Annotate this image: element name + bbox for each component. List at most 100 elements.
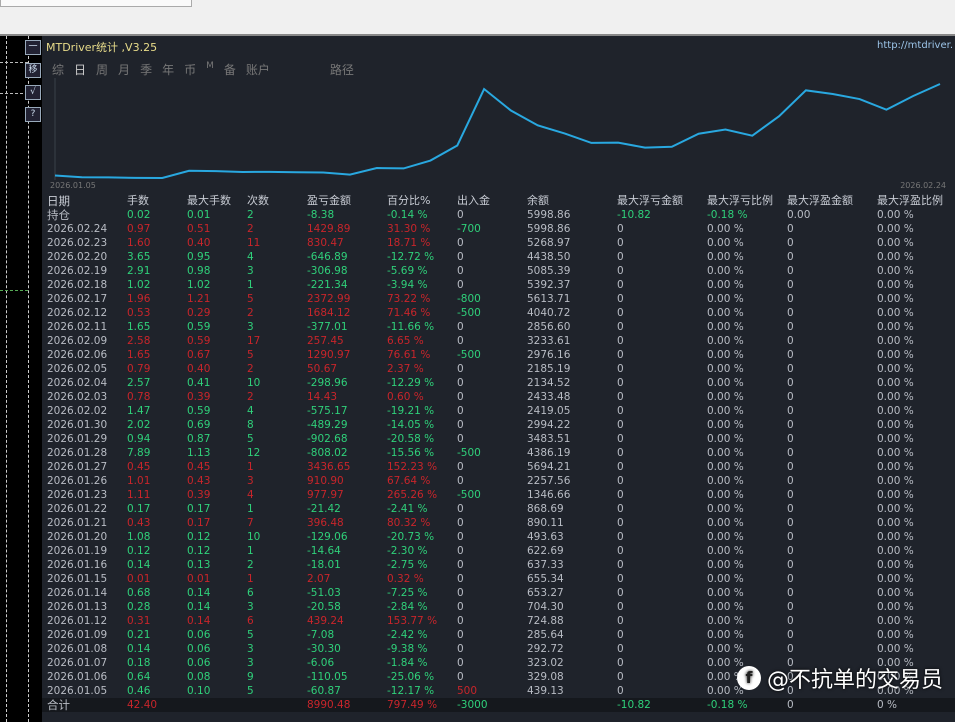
cell-日期: 2026.01.28 (47, 447, 108, 459)
cell-次数: 6 (247, 615, 254, 627)
cell-日期: 2026.01.19 (47, 545, 108, 557)
tab-10[interactable]: 路径 (330, 61, 354, 78)
cell-最大手数: 0.13 (187, 559, 211, 571)
cell-百分比%: -5.69 % (387, 265, 428, 277)
cell-日期: 2026.02.11 (47, 321, 108, 333)
cell-百分比%: 265.26 % (387, 489, 438, 501)
cell-手数: 0.53 (127, 307, 151, 319)
cell-最大浮亏金额: 0 (617, 279, 624, 291)
cell-手数: 0.97 (127, 223, 151, 235)
cell-最大浮盈金额: 0 (787, 321, 794, 333)
cell-最大浮盈比例: 0.00 % (877, 237, 914, 249)
table-row: 2026.01.30 2.02 0.69 8 -489.29 -14.05 % 0 2994.… (42, 418, 955, 432)
cell-最大浮亏比例: 0.00 % (707, 321, 744, 333)
cell-最大浮亏比例: 0.00 % (707, 629, 744, 641)
cell-最大浮盈金额: 0 (787, 461, 794, 473)
cell-盈亏金额: 977.97 (307, 489, 344, 501)
cell-盈亏金额: -575.17 (307, 405, 348, 417)
cell-百分比%: -12.29 % (387, 377, 435, 389)
cell-次数: 2 (247, 559, 254, 571)
cell-盈亏金额: 1429.89 (307, 223, 351, 235)
cell-最大浮亏比例: 0.00 % (707, 615, 744, 627)
cell-最大浮盈比例: 0.00 % (877, 293, 914, 305)
tab-6[interactable]: 币 (184, 61, 196, 78)
cell-最大浮盈金额: 0 (787, 447, 794, 459)
cell-最大浮盈金额: 0 (787, 475, 794, 487)
cell-盈亏金额: 14.43 (307, 391, 338, 403)
cell-最大手数: 0.06 (187, 657, 211, 669)
tab-0[interactable]: 综 (52, 61, 64, 78)
cell-手数: 1.47 (127, 405, 151, 417)
tab-9[interactable]: 账户 (246, 61, 270, 78)
cell-最大浮盈金额: 0 (787, 419, 794, 431)
cell-最大手数: 0.59 (187, 335, 211, 347)
cell-手数: 0.14 (127, 559, 151, 571)
cell-余额: 890.11 (527, 517, 564, 529)
cell-手数: 0.79 (127, 363, 151, 375)
cell-出入金: 0 (457, 531, 464, 543)
cell-最大浮盈比例: 0.00 % (877, 349, 914, 361)
cell-余额: 5998.86 (527, 209, 571, 221)
cell-最大浮亏金额: 0 (617, 517, 624, 529)
cell-最大浮盈比例: 0.00 % (877, 601, 914, 613)
cell-出入金: 0 (457, 559, 464, 571)
website-link[interactable]: http://mtdriver. (877, 40, 953, 51)
cell-最大浮盈比例: 0.00 % (877, 209, 914, 221)
cell-最大浮亏比例: 0.00 % (707, 461, 744, 473)
minimize-button[interactable]: 一 (25, 40, 41, 55)
cell-最大手数: 0.06 (187, 629, 211, 641)
cell-盈亏金额: -6.06 (307, 657, 335, 669)
cell-百分比%: 797.49 % (387, 699, 438, 711)
cell-最大浮盈比例: 0.00 % (877, 573, 914, 585)
cell-最大浮盈金额: 0 (787, 489, 794, 501)
tab-5[interactable]: 年 (162, 61, 174, 78)
cell-余额: 329.08 (527, 671, 564, 683)
cell-最大浮亏金额: 0 (617, 685, 624, 697)
balance-chart: 2026.01.05 2026.02.24 (50, 78, 946, 190)
cell-最大浮盈金额: 0 (787, 587, 794, 599)
cell-手数: 0.02 (127, 209, 151, 221)
toolbar (0, 0, 955, 36)
cell-日期: 2026.01.21 (47, 517, 108, 529)
cell-最大浮亏比例: 0.00 % (707, 223, 744, 235)
cell-最大浮盈比例: 0 % (877, 699, 897, 711)
tab-3[interactable]: 月 (118, 61, 130, 78)
tab-1[interactable]: 日 (74, 61, 86, 78)
cell-手数: 1.02 (127, 279, 151, 291)
cell-最大浮亏金额: 0 (617, 657, 624, 669)
tab-4[interactable]: 季 (140, 61, 152, 78)
tab-7[interactable]: M (206, 61, 214, 78)
cell-盈亏金额: -298.96 (307, 377, 348, 389)
cell-百分比%: -12.72 % (387, 251, 435, 263)
cell-最大浮盈比例: 0.00 % (877, 517, 914, 529)
cell-百分比%: 67.64 % (387, 475, 431, 487)
cell-最大浮亏金额: 0 (617, 573, 624, 585)
cell-余额: 余额 (527, 194, 549, 207)
check-button[interactable]: √ (25, 85, 41, 100)
cell-百分比%: -9.38 % (387, 643, 428, 655)
cell-手数: 1.11 (127, 489, 151, 501)
cell-次数: 2 (247, 223, 254, 235)
table-row: 2026.01.27 0.45 0.45 1 3436.65 152.23 % 0 5694.… (42, 460, 955, 474)
cell-出入金: 0 (457, 237, 464, 249)
cell-次数: 3 (247, 265, 254, 277)
x-start-label: 2026.01.05 (50, 181, 96, 190)
cell-百分比%: -2.84 % (387, 601, 428, 613)
cell-次数: 1 (247, 461, 254, 473)
cell-最大手数: 最大手数 (187, 194, 231, 207)
cell-最大浮亏金额: 0 (617, 251, 624, 263)
tab-2[interactable]: 周 (96, 61, 108, 78)
help-button[interactable]: ? (25, 107, 41, 122)
cell-盈亏金额: -8.38 (307, 209, 335, 221)
cell-余额: 724.88 (527, 615, 564, 627)
cell-最大浮亏比例: 0.00 % (707, 531, 744, 543)
cell-盈亏金额: -21.42 (307, 503, 341, 515)
tab-8[interactable]: 备 (224, 61, 236, 78)
cell-最大浮亏金额: 0 (617, 489, 624, 501)
cell-手数: 0.68 (127, 587, 151, 599)
cell-最大浮亏比例: 0.00 % (707, 251, 744, 263)
move-button[interactable]: 移 (25, 63, 41, 78)
cell-最大浮盈比例: 0.00 % (877, 391, 914, 403)
cell-最大浮亏金额: 0 (617, 349, 624, 361)
table-row: 2026.01.19 0.12 0.12 1 -14.64 -2.30 % 0 622.69 0… (42, 544, 955, 558)
